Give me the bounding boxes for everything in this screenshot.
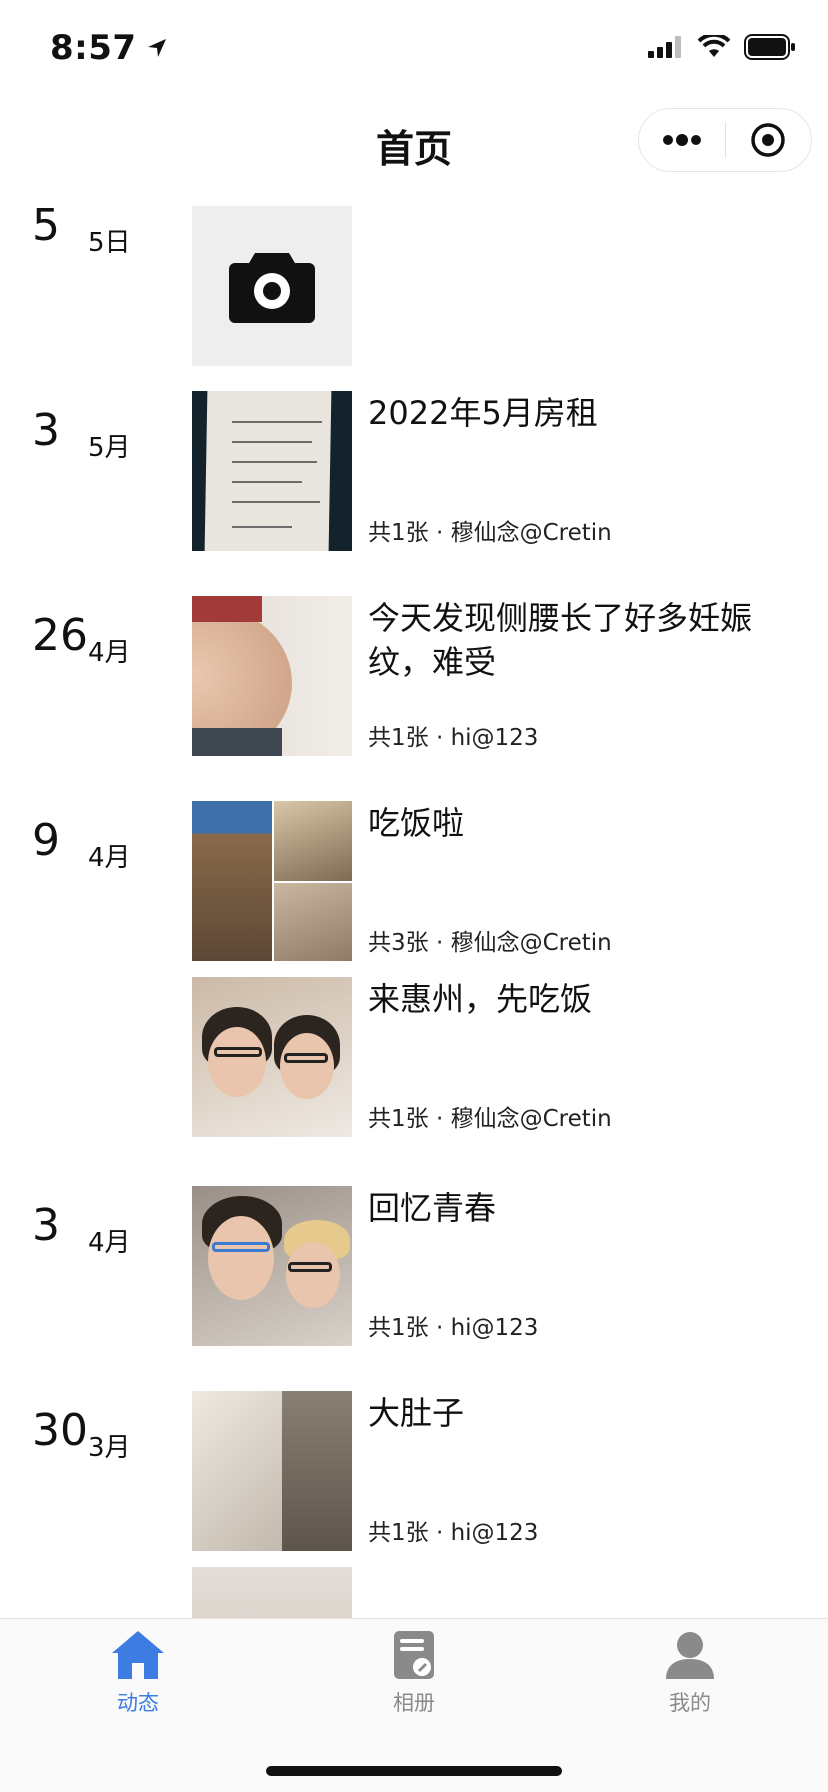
wifi-icon xyxy=(698,35,730,57)
camera-icon xyxy=(229,253,315,323)
date-label: 5 5日 xyxy=(0,186,192,257)
date-group: 3 4月 回忆青春 共1张 · hi@123 xyxy=(0,1161,828,1366)
status-bar: 8:57 xyxy=(0,0,828,96)
date-month: 5日 xyxy=(88,228,131,258)
post-thumbnail[interactable] xyxy=(192,1567,352,1618)
date-group: 30 3月 大肚子 共1张 · hi@123 xyxy=(0,1366,828,1618)
more-dots-icon xyxy=(662,134,701,146)
post-title: 回忆青春 xyxy=(368,1189,497,1227)
user-icon xyxy=(666,1632,714,1679)
post-thumbnail[interactable] xyxy=(192,596,352,756)
upload-entry[interactable] xyxy=(192,206,828,366)
album-icon xyxy=(394,1631,434,1679)
battery-icon xyxy=(744,34,795,60)
more-button[interactable] xyxy=(639,109,725,171)
date-day: 3 xyxy=(32,1200,60,1251)
post-entry[interactable]: 回忆青春 共1张 · hi@123 xyxy=(192,1186,828,1346)
post-entry[interactable]: 大肚子 共1张 · hi@123 xyxy=(192,1391,828,1551)
post-title: 2022年5月房租 xyxy=(368,394,598,432)
mini-program-capsule xyxy=(638,108,812,172)
post-meta: 共1张 · 穆仙念@Cretin xyxy=(368,520,612,546)
post-thumbnail[interactable] xyxy=(192,1391,352,1551)
target-circle-icon xyxy=(751,123,785,157)
post-title: 大肚子 xyxy=(368,1394,465,1432)
date-label: 3 5月 xyxy=(0,391,192,462)
home-indicator xyxy=(266,1766,562,1776)
post-meta: 共1张 · 穆仙念@Cretin xyxy=(368,1106,612,1132)
date-group: 9 4月 吃饭啦 共3张 · 穆仙念@Cretin 来惠州，先吃饭 共1张 · … xyxy=(0,776,828,1161)
post-meta: 共3张 · 穆仙念@Cretin xyxy=(368,930,612,956)
date-month: 4月 xyxy=(88,843,131,873)
date-group: 5 5日 xyxy=(0,186,828,366)
date-day: 9 xyxy=(32,815,60,866)
status-icons xyxy=(648,34,796,60)
date-group: 26 4月 今天发现侧腰长了好多妊娠纹，难受 共1张 · hi@123 xyxy=(0,571,828,776)
post-thumbnail[interactable] xyxy=(192,1186,352,1346)
date-month: 3月 xyxy=(88,1433,131,1463)
date-day: 3 xyxy=(32,405,60,456)
post-thumbnail[interactable] xyxy=(192,977,352,1137)
post-entry[interactable]: 吃饭啦 共3张 · 穆仙念@Cretin xyxy=(192,801,828,961)
post-entry[interactable]: 2022年5月房租 共1张 · 穆仙念@Cretin xyxy=(192,391,828,551)
location-arrow-icon xyxy=(147,39,166,57)
post-thumbnail[interactable] xyxy=(192,391,352,551)
post-entry[interactable]: 来惠州，先吃饭 共1张 · 穆仙念@Cretin xyxy=(192,977,828,1137)
post-title: 今天发现侧腰长了好多妊娠纹，难受 xyxy=(368,599,753,681)
date-day: 26 xyxy=(32,610,88,661)
date-label: 3 4月 xyxy=(0,1186,192,1257)
date-label: 26 4月 xyxy=(0,596,192,667)
date-month: 4月 xyxy=(88,1228,131,1258)
date-group: 3 5月 2022年5月房租 共1张 · 穆仙念@Cretin xyxy=(0,366,828,571)
tab-label: 动态 xyxy=(117,1691,159,1715)
date-label: 9 4月 xyxy=(0,801,192,872)
tab-profile[interactable]: 我的 xyxy=(552,1619,828,1729)
post-meta: 共1张 · hi@123 xyxy=(368,725,539,751)
camera-upload-button[interactable] xyxy=(192,206,352,366)
close-button[interactable] xyxy=(726,109,812,171)
post-meta: 共1张 · hi@123 xyxy=(368,1315,539,1341)
post-title: 吃饭啦 xyxy=(368,804,465,842)
home-icon xyxy=(112,1631,164,1679)
post-entry[interactable]: 今天发现侧腰长了好多妊娠纹，难受 共1张 · hi@123 xyxy=(192,596,828,756)
date-day: 5 xyxy=(32,200,60,251)
status-time: 8:57 xyxy=(50,28,169,68)
date-month: 5月 xyxy=(88,433,131,463)
tab-moments[interactable]: 动态 xyxy=(0,1619,276,1729)
tab-label: 我的 xyxy=(669,1691,711,1715)
post-title: 来惠州，先吃饭 xyxy=(368,980,593,1018)
tab-label: 相册 xyxy=(393,1691,435,1715)
post-thumbnail-mosaic[interactable] xyxy=(192,801,352,961)
date-month: 4月 xyxy=(88,638,131,668)
post-meta: 共1张 · hi@123 xyxy=(368,1520,539,1546)
signal-icon xyxy=(648,36,681,58)
tab-album[interactable]: 相册 xyxy=(276,1619,552,1729)
date-day: 30 xyxy=(32,1405,88,1456)
post-entry-partial[interactable] xyxy=(192,1567,828,1618)
tab-bar: 动态 相册 我的 xyxy=(0,1618,828,1792)
date-label: 30 3月 xyxy=(0,1391,192,1462)
nav-bar: 首页 xyxy=(0,96,828,186)
time-text: 8:57 xyxy=(50,28,137,68)
moments-feed[interactable]: 5 5日 3 5月 2022年5月房租 共1张 · 穆仙念@Cretin 26 … xyxy=(0,186,828,1618)
